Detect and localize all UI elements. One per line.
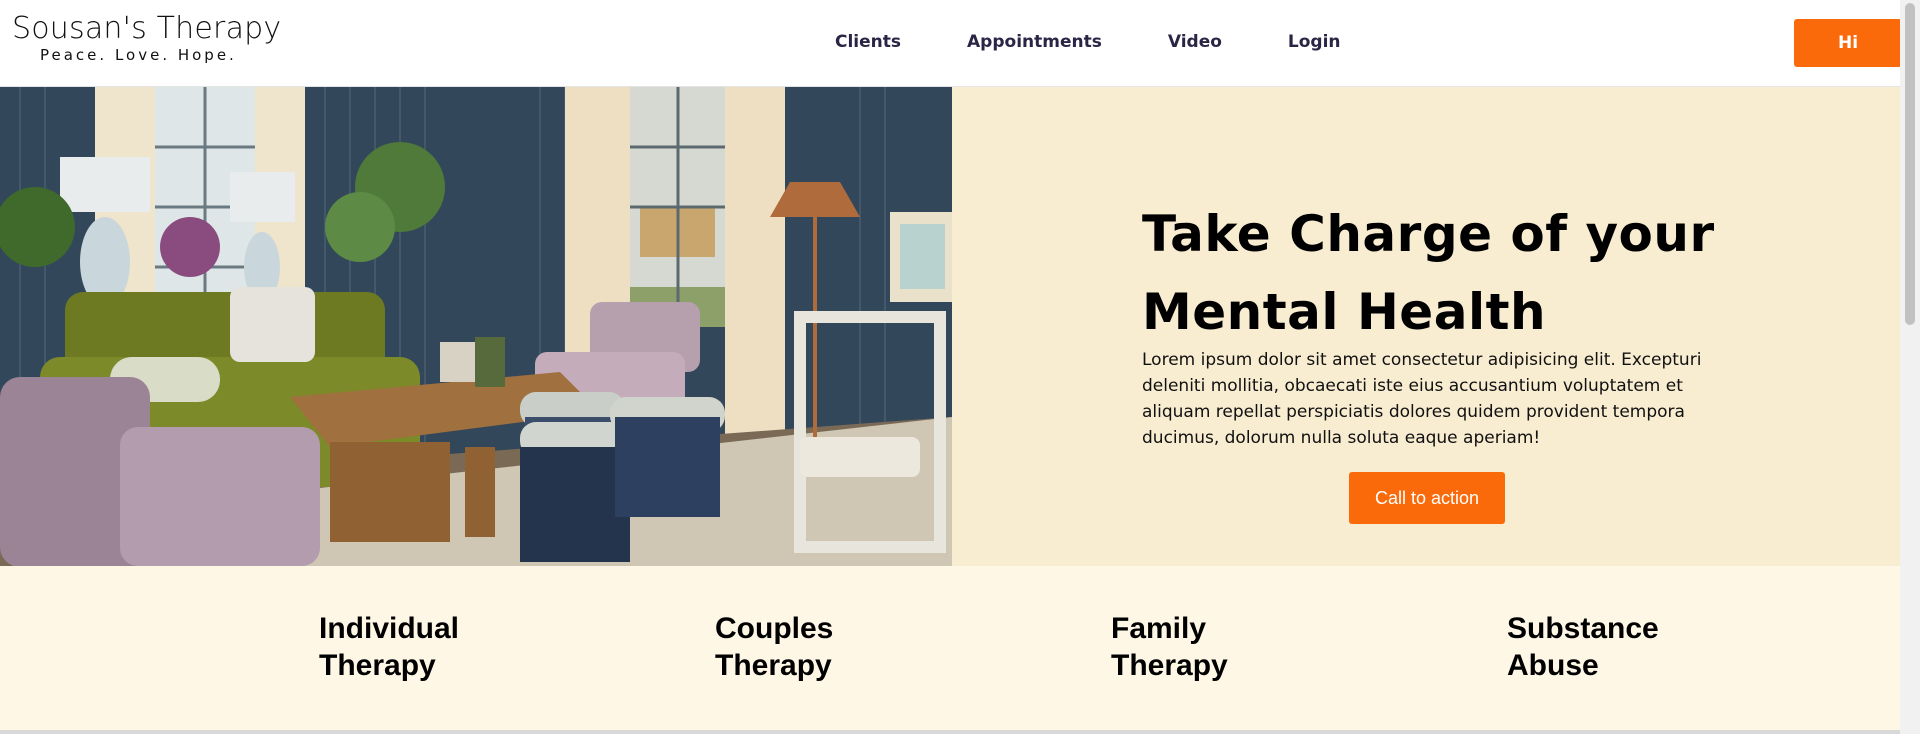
page-bottom-border [0, 730, 1900, 734]
scrollbar-thumb[interactable] [1905, 3, 1915, 325]
site-header: Sousan's Therapy Peace. Love. Hope. Clie… [0, 0, 1902, 87]
vertical-scrollbar[interactable] [1900, 0, 1920, 734]
nav-appointments[interactable]: Appointments [967, 32, 1102, 52]
nav-login[interactable]: Login [1288, 32, 1341, 52]
living-room-photo [0, 87, 952, 566]
hi-button[interactable]: Hi [1794, 19, 1902, 67]
hero-section: Take Charge of your Mental Health Lorem … [0, 87, 1900, 566]
hero-title: Take Charge of your Mental Health [1142, 205, 1715, 341]
nav-clients[interactable]: Clients [835, 32, 901, 52]
call-to-action-button[interactable]: Call to action [1349, 472, 1505, 524]
services-section: Individual Therapy Couples Therapy Famil… [0, 566, 1900, 734]
site-logo[interactable]: Sousan's Therapy Peace. Love. Hope. [12, 11, 292, 65]
hero-description: Lorem ipsum dolor sit amet consectetur a… [1142, 350, 1702, 448]
service-substance-abuse[interactable]: Substance Abuse [1507, 610, 1727, 684]
service-individual-therapy[interactable]: Individual Therapy [319, 610, 539, 684]
logo-tagline: Peace. Love. Hope. [40, 46, 237, 64]
service-couples-therapy[interactable]: Couples Therapy [715, 610, 935, 684]
nav-video[interactable]: Video [1168, 32, 1222, 52]
hero-content: Take Charge of your Mental Health Lorem … [952, 87, 1900, 566]
main-nav: Clients Appointments Video Login [835, 32, 1341, 52]
service-family-therapy[interactable]: Family Therapy [1111, 610, 1331, 684]
logo-title: Sousan's Therapy [12, 11, 282, 46]
